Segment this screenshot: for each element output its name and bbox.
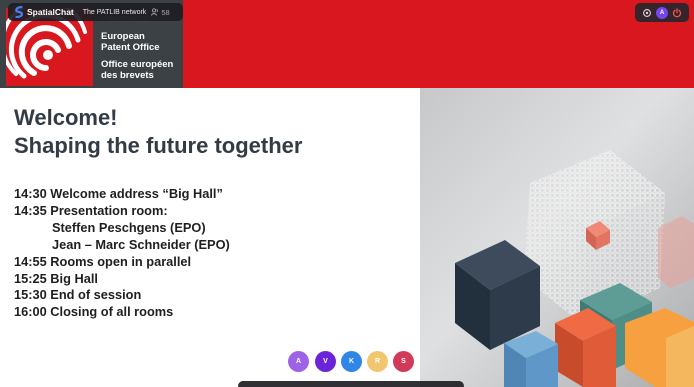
participant-count[interactable]: 58 (151, 7, 170, 17)
epo-name-line1: European (101, 31, 145, 42)
bottom-toolbar[interactable] (238, 381, 464, 387)
spatialchat-topbar: SpatialChat The PATLIB network 58 (8, 3, 183, 21)
agenda-item: 15:25 Big Hall (14, 271, 98, 286)
slide-subtitle: Shaping the future together (14, 133, 303, 158)
epo-name-line4: des brevets (101, 70, 154, 81)
agenda-item: 14:35 Presentation room: (14, 203, 168, 218)
participant-avatar[interactable]: V (315, 351, 336, 372)
participant-count-value: 58 (161, 7, 170, 17)
agenda-item: 16:00 Closing of all rooms (14, 304, 174, 319)
cubes-illustration (420, 88, 694, 387)
my-avatar: A (655, 6, 668, 19)
epo-name-line3: Office européen (101, 59, 174, 70)
power-icon (673, 7, 682, 17)
slide-cubes-image (420, 88, 694, 387)
agenda-item: 15:30 End of session (14, 287, 142, 302)
agenda-item: 14:30 Welcome address “Big Hall” (14, 186, 223, 201)
agenda-speaker: Jean – Marc Schneider (EPO) (52, 237, 230, 252)
gear-icon (642, 8, 651, 17)
agenda-item: 14:55 Rooms open in parallel (14, 254, 192, 269)
participant-avatar[interactable]: K (341, 351, 362, 372)
participant-avatar[interactable]: S (393, 351, 414, 372)
my-profile-button[interactable]: A (655, 6, 668, 19)
window-controls: A (635, 3, 689, 22)
slide-title: Welcome! (14, 105, 118, 130)
settings-button[interactable] (641, 7, 653, 19)
people-icon (151, 8, 159, 16)
spatialchat-logo[interactable]: SpatialChat (14, 6, 74, 18)
agenda-speaker: Steffen Peschgens (EPO) (52, 220, 206, 235)
participant-avatar[interactable]: R (367, 351, 388, 372)
space-name[interactable]: The PATLIB network (83, 9, 147, 16)
app-name: SpatialChat (27, 7, 74, 17)
spatialchat-logo-icon (15, 6, 24, 18)
leave-button[interactable] (671, 7, 683, 19)
epo-name-line2: Patent Office (101, 42, 160, 53)
participant-avatar[interactable]: A (288, 351, 309, 372)
